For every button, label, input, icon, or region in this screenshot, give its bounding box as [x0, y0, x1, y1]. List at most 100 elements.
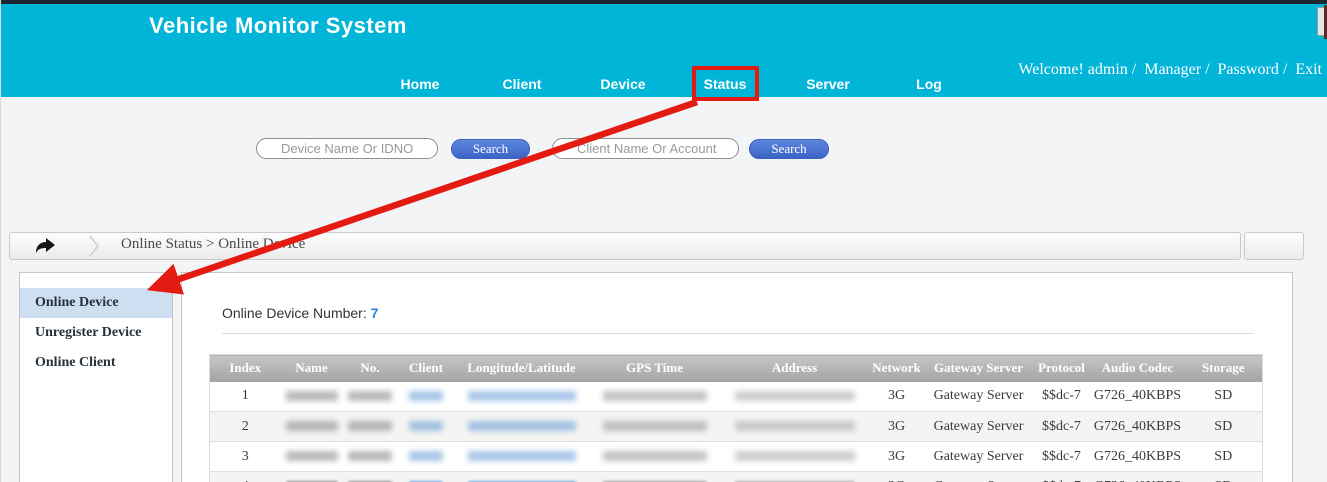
- redacted-gps_time: [602, 451, 707, 462]
- cell-no: [342, 471, 398, 482]
- online-device-table: Index Name No. Client Longitude/Latitude GPS …: [209, 354, 1263, 482]
- app-header: Vehicle Monitor System Welcome! admin / …: [1, 4, 1327, 97]
- breadcrumb-chevron-icon: [87, 234, 101, 263]
- redacted-client[interactable]: [409, 421, 443, 432]
- cell-storage: SD: [1184, 381, 1263, 412]
- online-device-count-line: Online Device Number: 7: [222, 305, 378, 321]
- cell-gateway_server: Gateway Server: [924, 471, 1033, 482]
- divider: [222, 333, 1254, 334]
- cell-network: 3G: [868, 441, 925, 472]
- cell-audio_codec: G726_40KBPS: [1090, 411, 1185, 442]
- cell-network: 3G: [868, 381, 925, 412]
- cell-index: 1: [209, 381, 281, 412]
- redacted-address: [734, 391, 855, 402]
- cell-audio_codec: G726_40KBPS: [1090, 471, 1185, 482]
- redacted-longitude_latitude: [467, 451, 576, 462]
- cell-gps_time: [588, 441, 721, 472]
- col-header-name: Name: [280, 354, 343, 382]
- nav-item-server[interactable]: Server: [806, 76, 850, 92]
- device-search-button[interactable]: Search: [451, 139, 530, 159]
- redacted-name: [285, 391, 338, 402]
- table-row: 2 3G Gateway Server $$dc-7 G726_40KBPS SD: [209, 411, 1263, 442]
- cell-audio_codec: G726_40KBPS: [1090, 381, 1185, 412]
- cell-longitude_latitude: [454, 381, 589, 412]
- sidebar-item-unregister-device[interactable]: Unregister Device: [20, 318, 172, 348]
- redacted-address: [734, 451, 855, 462]
- nav-item-device[interactable]: Device: [600, 76, 645, 92]
- cell-address: [720, 381, 869, 412]
- col-header-protocol: Protocol: [1032, 354, 1091, 382]
- cell-gateway_server: Gateway Server: [924, 411, 1033, 442]
- col-header-address: Address: [720, 354, 869, 382]
- redacted-longitude_latitude: [467, 421, 576, 432]
- col-header-audio_codec: Audio Codec: [1090, 354, 1185, 382]
- cell-longitude_latitude: [454, 471, 589, 482]
- app-title: Vehicle Monitor System: [149, 13, 407, 38]
- forward-arrow-icon[interactable]: [34, 237, 56, 260]
- redacted-gps_time: [602, 421, 707, 432]
- count-value: 7: [370, 305, 379, 321]
- sidebar-item-online-client[interactable]: Online Client: [20, 348, 172, 378]
- cell-index: 4: [209, 471, 281, 482]
- cell-name: [280, 411, 343, 442]
- cell-index: 3: [209, 441, 281, 472]
- cell-address: [720, 411, 869, 442]
- col-header-network: Network: [868, 354, 925, 382]
- col-header-storage: Storage: [1184, 354, 1263, 382]
- col-header-longitude_latitude: Longitude/Latitude: [454, 354, 589, 382]
- cell-address: [720, 471, 869, 482]
- client-search-button[interactable]: Search: [749, 139, 829, 159]
- table-row: 1 3G Gateway Server $$dc-7 G726_40KBPS SD: [209, 381, 1263, 412]
- col-header-client: Client: [397, 354, 455, 382]
- cell-protocol: $$dc-7: [1032, 381, 1091, 412]
- redacted-name: [285, 421, 338, 432]
- cell-protocol: $$dc-7: [1032, 441, 1091, 472]
- redacted-no: [348, 391, 392, 402]
- device-search-input[interactable]: [256, 138, 438, 159]
- cell-storage: SD: [1184, 411, 1263, 442]
- count-label: Online Device Number:: [222, 305, 371, 321]
- cell-storage: SD: [1184, 441, 1263, 472]
- cell-no: [342, 381, 398, 412]
- main-panel: Online Device Number: 7 Index Name No. Clie…: [181, 272, 1293, 482]
- cell-longitude_latitude: [454, 411, 589, 442]
- cell-address: [720, 441, 869, 472]
- cell-storage: SD: [1184, 471, 1263, 482]
- cell-client: [397, 471, 455, 482]
- redacted-address: [734, 421, 855, 432]
- nav-item-status[interactable]: Status: [704, 76, 747, 92]
- redacted-client[interactable]: [409, 391, 443, 402]
- nav-item-home[interactable]: Home: [401, 76, 440, 92]
- redacted-name: [285, 451, 338, 462]
- cell-name: [280, 441, 343, 472]
- col-header-gateway_server: Gateway Server: [924, 354, 1033, 382]
- redacted-no: [348, 421, 392, 432]
- main-nav: Home Client Device Status Server Log: [1, 76, 1327, 101]
- redacted-client[interactable]: [409, 451, 443, 462]
- sidebar-item-online-device[interactable]: Online Device: [20, 288, 172, 318]
- cell-protocol: $$dc-7: [1032, 471, 1091, 482]
- cell-gps_time: [588, 471, 721, 482]
- cell-gps_time: [588, 411, 721, 442]
- nav-item-log[interactable]: Log: [916, 76, 942, 92]
- sidebar: Online Device Unregister Device Online Cli…: [19, 272, 173, 482]
- cell-name: [280, 381, 343, 412]
- cell-network: 3G: [868, 411, 925, 442]
- nav-item-client[interactable]: Client: [503, 76, 542, 92]
- cell-gateway_server: Gateway Server: [924, 381, 1033, 412]
- page-root: Vehicle Monitor System Welcome! admin / …: [0, 0, 1327, 482]
- breadcrumb: Online Status > Online Device: [121, 236, 306, 252]
- cell-network: 3G: [868, 471, 925, 482]
- col-header-gps_time: GPS Time: [588, 354, 721, 382]
- cell-longitude_latitude: [454, 441, 589, 472]
- redacted-longitude_latitude: [467, 391, 576, 402]
- cell-client: [397, 411, 455, 442]
- cell-no: [342, 441, 398, 472]
- cell-gateway_server: Gateway Server: [924, 441, 1033, 472]
- client-search-input[interactable]: [552, 138, 739, 159]
- col-header-index: Index: [209, 354, 281, 382]
- cell-index: 2: [209, 411, 281, 442]
- cell-gps_time: [588, 381, 721, 412]
- breadcrumb-right-segment[interactable]: [1244, 232, 1304, 260]
